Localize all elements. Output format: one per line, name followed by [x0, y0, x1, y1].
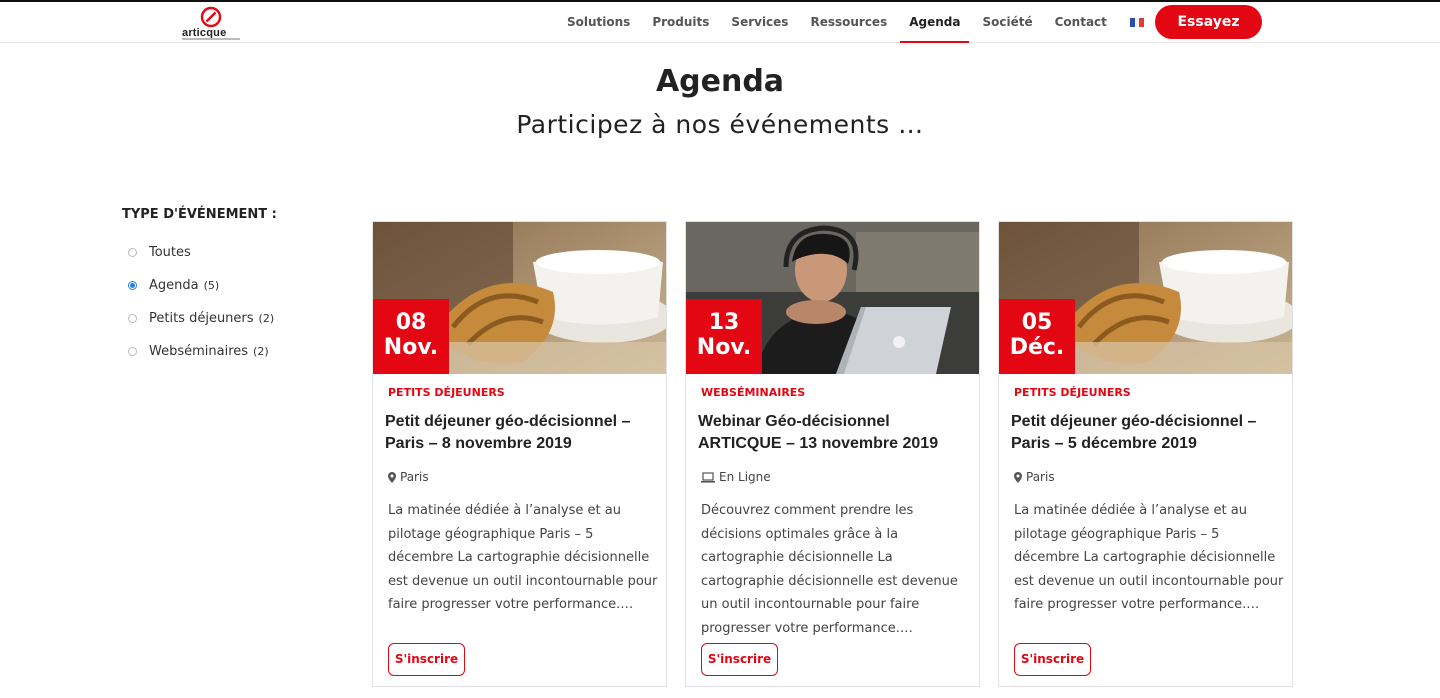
map-pin-icon	[1014, 471, 1022, 483]
flag-fr-icon[interactable]	[1129, 17, 1144, 27]
nav-produits[interactable]: Produits	[641, 2, 720, 42]
event-card[interactable]: 08 Nov. PETITS DÉJEUNERS Petit déjeuner …	[372, 221, 667, 687]
event-day: 05	[1021, 310, 1053, 335]
event-location: Paris	[388, 470, 429, 484]
radio-button[interactable]	[128, 347, 137, 356]
logo-tagline	[182, 38, 240, 40]
try-button[interactable]: Essayez	[1155, 5, 1262, 39]
laptop-icon	[701, 471, 715, 483]
event-title[interactable]: Webinar Géo-décisionnel ARTICQUE – 13 no…	[698, 411, 968, 455]
event-location: En Ligne	[701, 470, 771, 484]
event-date-badge: 08 Nov.	[373, 299, 449, 374]
event-card[interactable]: 13 Nov. WEBSÉMINAIRES Webinar Géo-décisi…	[685, 221, 980, 687]
nav-contact[interactable]: Contact	[1044, 2, 1118, 42]
filter-option-label: Toutes	[149, 245, 191, 260]
page-title: Agenda	[655, 64, 785, 99]
event-card[interactable]: 05 Déc. PETITS DÉJEUNERS Petit déjeuner …	[998, 221, 1293, 687]
event-location: Paris	[1014, 470, 1055, 484]
filter-option-label: Agenda	[149, 278, 199, 293]
filter-option-agenda[interactable]: Agenda (5)	[122, 269, 322, 302]
event-date-badge: 05 Déc.	[999, 299, 1075, 374]
map-pin-icon	[388, 471, 396, 483]
event-location-label: En Ligne	[719, 470, 771, 484]
radio-button[interactable]	[128, 248, 137, 257]
event-type-filter: TYPE D'ÉVÉNEMENT : Toutes Agenda (5) Pet…	[122, 207, 322, 368]
register-button[interactable]: S'inscrire	[388, 643, 465, 676]
event-title[interactable]: Petit déjeuner géo-décisionnel – Paris –…	[385, 411, 655, 455]
radio-button[interactable]	[128, 314, 137, 323]
nav-solutions[interactable]: Solutions	[556, 2, 641, 42]
event-day: 08	[395, 310, 427, 335]
filter-option-petits-dejeuners[interactable]: Petits déjeuners (2)	[122, 302, 322, 335]
event-description: La matinée dédiée à l’analyse et au pilo…	[1014, 503, 1284, 612]
register-button[interactable]: S'inscrire	[701, 643, 778, 676]
event-category[interactable]: PETITS DÉJEUNERS	[1014, 386, 1131, 399]
event-month: Déc.	[1009, 335, 1065, 360]
main-nav: Solutions Produits Services Ressources A…	[556, 2, 1184, 43]
filter-option-label: Petits déjeuners	[149, 311, 254, 326]
register-button[interactable]: S'inscrire	[1014, 643, 1091, 676]
event-day: 13	[708, 310, 740, 335]
compass-logo-icon	[200, 6, 222, 28]
filter-option-toutes[interactable]: Toutes	[122, 236, 322, 269]
filter-option-count: (2)	[258, 312, 275, 325]
event-month: Nov.	[383, 335, 439, 360]
event-title[interactable]: Petit déjeuner géo-décisionnel – Paris –…	[1011, 411, 1281, 455]
event-description: La matinée dédiée à l’analyse et au pilo…	[388, 503, 658, 612]
nav-societe[interactable]: Société	[971, 2, 1043, 42]
nav-services[interactable]: Services	[720, 2, 799, 42]
event-location-label: Paris	[400, 470, 429, 484]
event-month: Nov.	[696, 335, 752, 360]
event-date-badge: 13 Nov.	[686, 299, 762, 374]
articque-logo[interactable]: articque	[176, 4, 246, 42]
page-subtitle: Participez à nos événements …	[516, 110, 924, 139]
filter-option-webseminaires[interactable]: Webséminaires (2)	[122, 335, 322, 368]
site-header: articque Solutions Produits Services Res…	[0, 2, 1440, 43]
event-category[interactable]: PETITS DÉJEUNERS	[388, 386, 505, 399]
filter-option-count: (2)	[253, 345, 269, 358]
event-location-label: Paris	[1026, 470, 1055, 484]
filter-option-label: Webséminaires	[149, 344, 249, 359]
filter-title: TYPE D'ÉVÉNEMENT :	[122, 207, 277, 222]
event-category[interactable]: WEBSÉMINAIRES	[701, 386, 805, 399]
event-description: Découvrez comment prendre les décisions …	[701, 503, 958, 636]
nav-agenda[interactable]: Agenda	[898, 2, 971, 43]
filter-option-count: (5)	[203, 279, 220, 292]
nav-ressources[interactable]: Ressources	[799, 2, 898, 42]
radio-button-checked[interactable]	[128, 281, 137, 290]
